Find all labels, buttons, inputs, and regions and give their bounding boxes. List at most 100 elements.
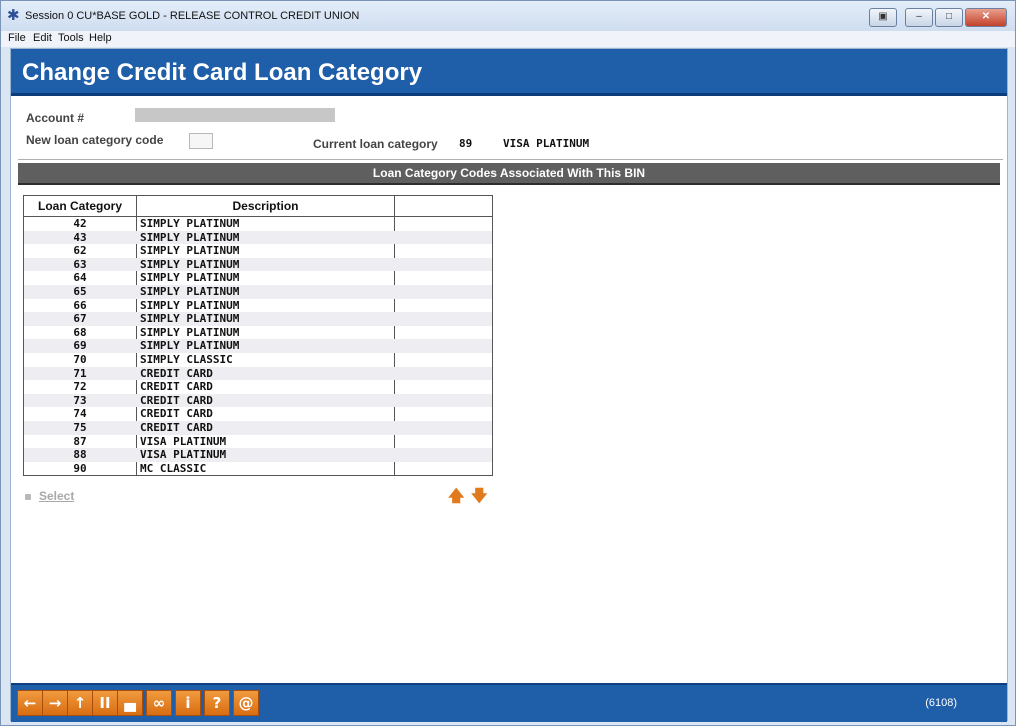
menu-tools[interactable]: Tools [58, 32, 84, 44]
close-icon[interactable]: ✕ [965, 8, 1007, 27]
loan-category-code: 62 [73, 244, 87, 258]
table-row[interactable]: 70 SIMPLY CLASSIC [24, 353, 492, 367]
loan-category-code: 64 [73, 271, 87, 285]
loan-category-code: 66 [73, 298, 87, 312]
current-category-code: 89 [459, 137, 473, 150]
menu-bar: File Edit Tools Help [1, 31, 1015, 47]
loan-category-description: VISA PLATINUM [140, 448, 227, 462]
table-row[interactable]: 67 SIMPLY PLATINUM [24, 312, 492, 326]
current-category-label: Current loan category [313, 137, 438, 151]
loan-category-code: 67 [73, 312, 87, 326]
account-label: Account # [26, 111, 85, 125]
loan-category-code: 42 [73, 217, 87, 230]
table-row[interactable]: 74 CREDIT CARD [24, 407, 492, 421]
table-row[interactable]: 64 SIMPLY PLATINUM [24, 271, 492, 285]
loan-category-description: SIMPLY PLATINUM [140, 339, 240, 353]
cubase-star-icon: ✱ [7, 7, 20, 24]
select-option[interactable]: Select [25, 489, 74, 503]
menu-file[interactable]: File [8, 32, 26, 44]
table-row[interactable]: 65 SIMPLY PLATINUM [24, 285, 492, 299]
loan-category-code: 70 [73, 353, 87, 366]
loan-category-description: SIMPLY PLATINUM [140, 312, 240, 326]
loan-category-description: CREDIT CARD [140, 380, 213, 394]
window-controls: ▣ – □ ✕ [869, 8, 1007, 27]
loan-category-code: 69 [73, 339, 87, 353]
loan-category-description: SIMPLY PLATINUM [140, 244, 240, 258]
scroll-up-arrow-icon[interactable]: 🡅 [448, 485, 464, 512]
screen-content: Change Credit Card Loan Category Account… [10, 48, 1008, 722]
table-row[interactable]: 71 CREDIT CARD [24, 366, 492, 381]
window-title: Session 0 CU*BASE GOLD - RELEASE CONTROL… [25, 10, 360, 22]
table-row[interactable]: 66 SIMPLY PLATINUM [24, 299, 492, 313]
minimize-icon[interactable]: – [905, 8, 933, 27]
table-row[interactable]: 63 SIMPLY PLATINUM [24, 257, 492, 272]
table-row[interactable]: 75 CREDIT CARD [24, 421, 492, 435]
table-row[interactable]: 43 SIMPLY PLATINUM [24, 230, 492, 245]
table-row[interactable]: 73 CREDIT CARD [24, 393, 492, 408]
scroll-down-arrow-icon[interactable]: 🡇 [471, 485, 487, 512]
table-row[interactable]: 88 VISA PLATINUM [24, 448, 492, 462]
loan-category-code: 87 [73, 434, 87, 448]
print-icon[interactable]: ▄ [117, 690, 143, 716]
column-header-blank [395, 196, 492, 216]
loan-category-description: CREDIT CARD [140, 393, 213, 407]
loan-category-description: SIMPLY PLATINUM [140, 217, 240, 230]
header-band: Change Credit Card Loan Category [11, 49, 1007, 96]
loan-category-code: 88 [73, 448, 87, 462]
column-header-loan-category: Loan Category [37, 199, 122, 213]
loan-category-description: SIMPLY PLATINUM [140, 230, 240, 244]
link-icon[interactable]: ∞ [146, 690, 172, 716]
loan-category-table: Loan Category Description 42 SIMPLY PLATI… [23, 195, 493, 476]
title-bar: ✱ Session 0 CU*BASE GOLD - RELEASE CONTR… [1, 1, 1015, 31]
loan-category-code: 63 [73, 257, 87, 271]
table-row[interactable]: 68 SIMPLY PLATINUM [24, 326, 492, 340]
loan-category-description: CREDIT CARD [140, 421, 213, 434]
pause-icon[interactable]: II [92, 690, 118, 716]
section-title: Loan Category Codes Associated With This… [372, 166, 646, 180]
screen-id: (6108) [925, 697, 957, 709]
loan-category-code: 90 [73, 461, 87, 475]
table-row[interactable]: 62 SIMPLY PLATINUM [24, 244, 492, 258]
at-icon[interactable]: @ [233, 690, 259, 716]
loan-category-description: SIMPLY PLATINUM [140, 285, 240, 298]
menu-edit[interactable]: Edit [33, 32, 52, 44]
info-icon[interactable]: i [175, 690, 201, 716]
table-row[interactable]: 72 CREDIT CARD [24, 380, 492, 394]
new-code-label: New loan category code [26, 133, 164, 147]
loan-category-code: 73 [73, 393, 87, 407]
help-icon[interactable]: ? [204, 690, 230, 716]
divider [18, 159, 1003, 160]
maximize-icon[interactable]: □ [935, 8, 963, 27]
loan-category-code: 72 [73, 380, 87, 394]
column-header-description: Description [232, 199, 299, 213]
bottom-toolbar: ← → ↑ II ▄ ∞ i? @ (6108) [11, 683, 1007, 722]
loan-category-description: CREDIT CARD [140, 366, 213, 380]
loan-category-code: 75 [73, 421, 87, 434]
loan-category-code: 74 [73, 407, 87, 421]
loan-category-description: SIMPLY PLATINUM [140, 298, 240, 312]
restore-icon[interactable]: ▣ [869, 8, 897, 27]
loan-category-description: SIMPLY PLATINUM [140, 271, 240, 285]
loan-category-description: SIMPLY PLATINUM [140, 325, 240, 339]
select-label: Select [39, 489, 75, 503]
loan-category-description: SIMPLY CLASSIC [140, 353, 233, 366]
table-row[interactable]: 69 SIMPLY PLATINUM [24, 339, 492, 353]
account-number-field [135, 108, 335, 122]
table-row[interactable]: 87 VISA PLATINUM [24, 435, 492, 449]
table-row[interactable]: 42 SIMPLY PLATINUM [24, 217, 492, 231]
loan-category-description: SIMPLY PLATINUM [140, 257, 240, 271]
application-window: ✱ Session 0 CU*BASE GOLD - RELEASE CONTR… [0, 0, 1016, 726]
up-arrow-icon[interactable]: ↑ [67, 690, 93, 716]
loan-category-description: CREDIT CARD [140, 407, 213, 421]
new-loan-category-input[interactable] [189, 133, 213, 149]
menu-help[interactable]: Help [89, 32, 112, 44]
back-arrow-icon[interactable]: ← [17, 690, 43, 716]
loan-category-code: 43 [73, 230, 87, 244]
loan-category-description: MC CLASSIC [140, 461, 207, 475]
loan-category-code: 65 [73, 285, 87, 298]
loan-category-description: VISA PLATINUM [140, 434, 227, 448]
section-header: Loan Category Codes Associated With This… [18, 163, 1000, 185]
table-row[interactable]: 90 MC CLASSIC [24, 462, 492, 476]
bullet-icon [25, 493, 31, 500]
forward-arrow-icon[interactable]: → [42, 690, 68, 716]
